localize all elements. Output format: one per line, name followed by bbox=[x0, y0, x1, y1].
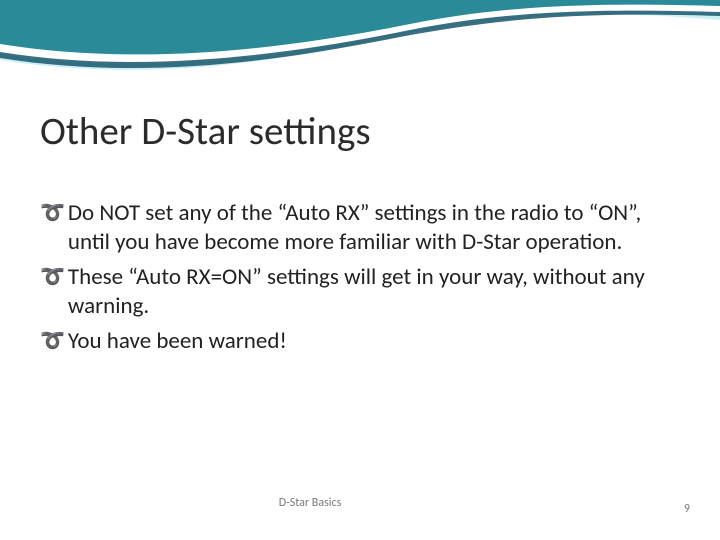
bullet-icon: ➰ bbox=[40, 201, 65, 227]
slide-content: Other D-Star settings ➰ Do NOT set any o… bbox=[40, 108, 680, 361]
list-item: ➰ Do NOT set any of the “Auto RX” settin… bbox=[40, 199, 680, 258]
bullet-icon: ➰ bbox=[40, 265, 65, 291]
slide-title: Other D-Star settings bbox=[40, 108, 680, 155]
page-number: 9 bbox=[684, 502, 690, 516]
bullet-text: Do NOT set any of the “Auto RX” settings… bbox=[68, 199, 680, 258]
list-item: ➰ These “Auto RX=ON” settings will get i… bbox=[40, 263, 680, 322]
bullet-text: These “Auto RX=ON” settings will get in … bbox=[68, 263, 680, 322]
bullet-icon: ➰ bbox=[40, 329, 65, 355]
wave-banner bbox=[0, 0, 720, 110]
bullet-text: You have been warned! bbox=[68, 327, 680, 356]
list-item: ➰ You have been warned! bbox=[40, 327, 680, 356]
bullet-list: ➰ Do NOT set any of the “Auto RX” settin… bbox=[40, 199, 680, 356]
footer: D-Star Basics 9 bbox=[0, 496, 720, 516]
footer-label: D-Star Basics bbox=[0, 496, 670, 510]
